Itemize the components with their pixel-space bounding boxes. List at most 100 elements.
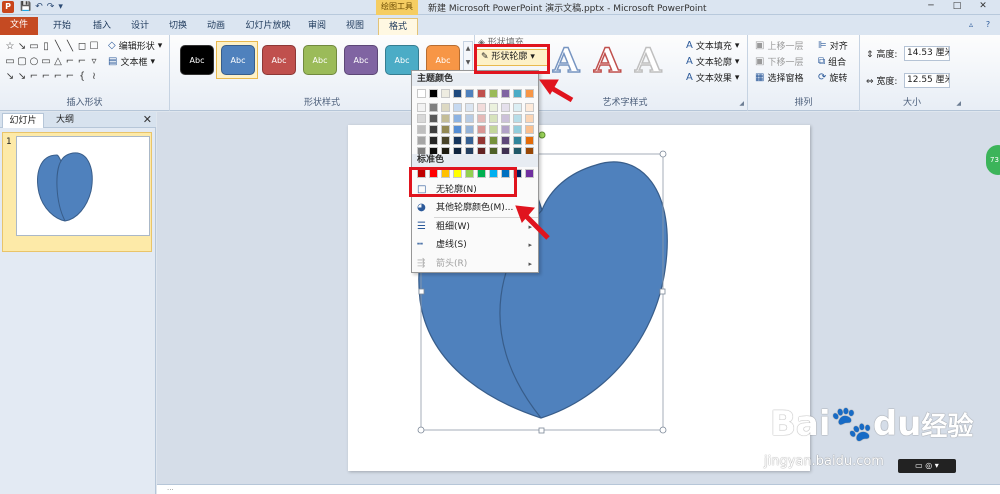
theme-color-swatch[interactable] (525, 89, 534, 98)
slide-thumbnail[interactable] (16, 136, 150, 236)
theme-color-swatch[interactable] (453, 89, 462, 98)
tab-home[interactable]: 开始 (44, 18, 80, 35)
theme-shade-swatch[interactable] (501, 136, 510, 145)
theme-shade-swatch[interactable] (441, 103, 450, 112)
menu-item-no-outline[interactable]: □ 无轮廓(N) (412, 181, 538, 199)
theme-shade-swatch[interactable] (453, 136, 462, 145)
theme-shade-swatch[interactable] (525, 114, 534, 123)
shape-gallery-item[interactable]: ▭ (28, 39, 40, 54)
theme-shade-swatch[interactable] (525, 125, 534, 134)
shape-gallery-item[interactable]: ╲ (52, 39, 64, 54)
shape-style-option[interactable]: Abc (221, 45, 255, 75)
redo-icon[interactable]: ↷ (47, 1, 55, 14)
standard-color-swatch[interactable] (441, 169, 450, 178)
tab-view[interactable]: 视图 (338, 18, 372, 35)
standard-color-swatch[interactable] (465, 169, 474, 178)
theme-color-swatch[interactable] (501, 89, 510, 98)
bring-forward-button[interactable]: ▣ 上移一层 (755, 39, 803, 52)
undo-icon[interactable]: ↶ (35, 1, 43, 14)
shape-style-option[interactable]: Abc (180, 45, 214, 75)
theme-shade-swatch[interactable] (417, 125, 426, 134)
minimize-ribbon-icon[interactable]: ▵ (965, 19, 977, 31)
standard-color-swatch[interactable] (489, 169, 498, 178)
theme-shade-swatch[interactable] (489, 103, 498, 112)
customize-qat-icon[interactable]: ▾ (58, 1, 63, 14)
theme-shade-swatch[interactable] (465, 103, 474, 112)
shape-gallery-item[interactable]: ⌐ (52, 69, 64, 84)
tab-animations[interactable]: 动画 (198, 18, 234, 35)
theme-shade-swatch[interactable] (525, 103, 534, 112)
wordart-style-red[interactable]: A (593, 40, 621, 82)
theme-shade-swatch[interactable] (441, 136, 450, 145)
theme-shade-swatch[interactable] (477, 114, 486, 123)
theme-shade-swatch[interactable] (417, 103, 426, 112)
shapes-gallery[interactable]: ☆ ↘ ▭ ▯ ╲ ╲ ◻ ☐ ▭ ▢ ○ ▭ △ ⌐ ⌐ ▿ ↘ ↘ ⌐ ⌐ ⌐ ⌐{≀ (4, 39, 100, 84)
standard-color-swatch[interactable] (417, 169, 426, 178)
shape-gallery-item[interactable]: ⌐ (64, 69, 76, 84)
theme-shade-swatch[interactable] (453, 103, 462, 112)
shape-gallery-item[interactable]: ↘ (4, 69, 16, 84)
shape-style-option[interactable]: Abc (344, 45, 378, 75)
tab-insert[interactable]: 插入 (84, 18, 120, 35)
standard-color-swatch[interactable] (453, 169, 462, 178)
theme-shade-swatch[interactable] (501, 103, 510, 112)
edit-shape-button[interactable]: ◇ 编辑形状 ▾ (108, 39, 162, 52)
theme-color-swatch[interactable] (417, 89, 426, 98)
menu-item-line-weight[interactable]: ☰ 粗细(W) ▸ (412, 218, 538, 236)
shape-gallery-item[interactable]: ▯ (40, 39, 52, 54)
shape-gallery-item[interactable]: △ (52, 54, 64, 69)
view-mini-toolbar[interactable]: ▭ ◎ ▾ (898, 459, 956, 473)
maximize-button[interactable]: □ (944, 0, 970, 14)
width-input[interactable]: 12.55 厘米 (904, 73, 950, 88)
tab-design[interactable]: 设计 (122, 18, 158, 35)
shape-gallery-item[interactable]: ▭ (40, 54, 52, 69)
wordart-style-gray[interactable]: A (634, 40, 662, 82)
shape-gallery-item[interactable]: ○ (28, 54, 40, 69)
tab-transitions[interactable]: 切换 (160, 18, 196, 35)
shape-gallery-item[interactable]: ⌐ (76, 54, 88, 69)
text-outline-button[interactable]: A 文本轮廓 ▾ (686, 55, 739, 68)
shape-gallery-item[interactable]: ▿ (88, 54, 100, 69)
shape-gallery-item[interactable]: ⌐ (64, 54, 76, 69)
text-effects-button[interactable]: A 文本效果 ▾ (686, 71, 739, 84)
shape-gallery-item[interactable]: ↘ (16, 39, 28, 54)
shape-style-option[interactable]: Abc (262, 45, 296, 75)
theme-shade-swatch[interactable] (465, 125, 474, 134)
tab-slideshow[interactable]: 幻灯片放映 (238, 18, 298, 35)
theme-shade-swatch[interactable] (477, 103, 486, 112)
powerpoint-logo-icon[interactable]: P (2, 1, 14, 13)
tab-format[interactable]: 格式 (378, 18, 418, 35)
theme-shade-swatch[interactable] (513, 114, 522, 123)
theme-shade-swatch[interactable] (489, 125, 498, 134)
standard-color-swatch[interactable] (525, 169, 534, 178)
theme-shade-swatch[interactable] (489, 114, 498, 123)
theme-shade-swatch[interactable] (513, 103, 522, 112)
theme-shade-swatch[interactable] (429, 136, 438, 145)
theme-shade-swatch[interactable] (489, 136, 498, 145)
shape-gallery-item[interactable]: ≀ (88, 69, 100, 84)
theme-shade-swatch[interactable] (501, 114, 510, 123)
group-objects-button[interactable]: ⧉ 组合 (818, 55, 846, 68)
send-backward-button[interactable]: ▣ 下移一层 (755, 55, 803, 68)
theme-shade-swatch[interactable] (417, 136, 426, 145)
shape-gallery-item[interactable]: ╲ (64, 39, 76, 54)
standard-color-swatch[interactable] (513, 169, 522, 178)
text-fill-button[interactable]: A 文本填充 ▾ (686, 39, 739, 52)
shape-gallery-item[interactable]: ☐ (88, 39, 100, 54)
shape-gallery-item[interactable]: ▭ (4, 54, 16, 69)
selection-pane-button[interactable]: ▦ 选择窗格 (755, 71, 803, 84)
theme-color-swatch[interactable] (441, 89, 450, 98)
theme-color-swatch[interactable] (465, 89, 474, 98)
theme-shade-swatch[interactable] (453, 114, 462, 123)
shape-gallery-item[interactable]: ⌐ (40, 69, 52, 84)
close-panel-icon[interactable]: ✕ (143, 113, 152, 126)
theme-shade-swatch[interactable] (513, 136, 522, 145)
shape-gallery-item[interactable]: ⌐ (28, 69, 40, 84)
theme-shade-swatch[interactable] (477, 136, 486, 145)
text-box-button[interactable]: ▤ 文本框 ▾ (108, 55, 155, 68)
minimize-button[interactable]: ─ (918, 0, 944, 14)
standard-color-swatch[interactable] (501, 169, 510, 178)
shape-gallery-item[interactable]: ◻ (76, 39, 88, 54)
floating-badge[interactable]: 73 (986, 145, 1000, 175)
theme-shade-swatch[interactable] (477, 125, 486, 134)
